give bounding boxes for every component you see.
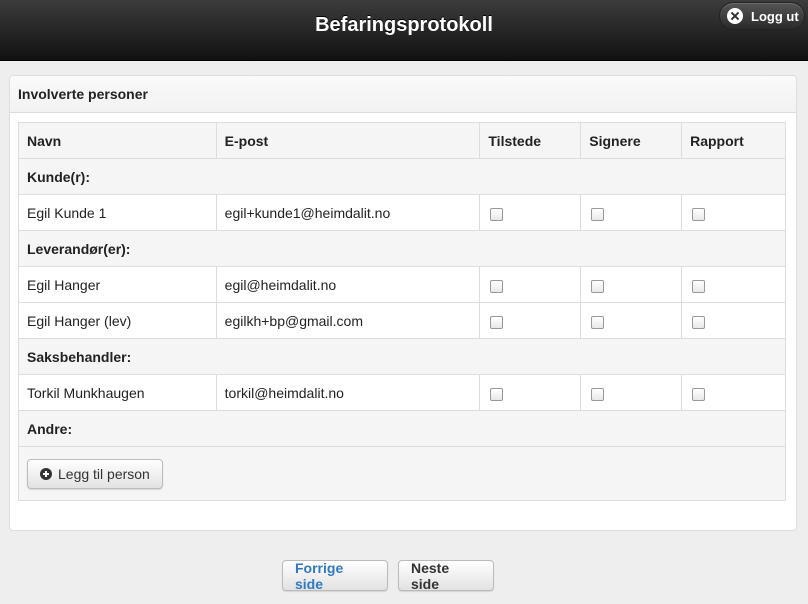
column-header-present: Tilstede bbox=[479, 122, 582, 159]
table-row: Torkil Munkhaugen torkil@heimdalit.no bbox=[18, 374, 786, 411]
logout-button[interactable]: Logg ut bbox=[719, 2, 805, 30]
group-row-suppliers: Leverandør(er): bbox=[18, 230, 786, 267]
present-checkbox[interactable] bbox=[490, 280, 504, 294]
panel-title: Involverte personer bbox=[10, 76, 796, 113]
report-checkbox[interactable] bbox=[692, 316, 706, 330]
group-label: Saksbehandler: bbox=[18, 338, 786, 375]
person-email: egilkh+bp@gmail.com bbox=[215, 302, 481, 339]
logout-label: Logg ut bbox=[751, 8, 799, 24]
report-checkbox[interactable] bbox=[692, 388, 706, 402]
add-person-label: Legg til person bbox=[58, 465, 150, 482]
person-name: Egil Hanger (lev) bbox=[18, 302, 217, 339]
group-label: Leverandør(er): bbox=[18, 230, 786, 267]
next-page-button[interactable]: Neste side bbox=[398, 560, 494, 592]
close-icon bbox=[727, 8, 743, 24]
present-checkbox[interactable] bbox=[490, 388, 504, 402]
people-table: Navn E-post Tilstede Signere Rapport Kun… bbox=[18, 122, 786, 501]
page-title: Befaringsprotokoll bbox=[315, 14, 493, 36]
group-row-case-handler: Saksbehandler: bbox=[18, 338, 786, 375]
present-checkbox[interactable] bbox=[490, 316, 504, 330]
app-header: Befaringsprotokoll Logg ut bbox=[0, 0, 808, 61]
add-person-button[interactable]: Legg til person bbox=[27, 458, 163, 489]
group-label: Kunde(r): bbox=[18, 158, 786, 195]
table-row: Egil Hanger egil@heimdalit.no bbox=[18, 266, 786, 303]
group-row-customers: Kunde(r): bbox=[18, 158, 786, 195]
sign-checkbox[interactable] bbox=[591, 388, 605, 402]
report-checkbox[interactable] bbox=[692, 280, 706, 294]
group-row-others: Andre: bbox=[18, 410, 786, 447]
person-email: egil+kunde1@heimdalit.no bbox=[215, 194, 481, 231]
column-header-report: Rapport bbox=[681, 122, 786, 159]
previous-page-button[interactable]: Forrige side bbox=[282, 560, 388, 592]
column-header-sign: Signere bbox=[580, 122, 683, 159]
group-label: Andre: bbox=[18, 410, 786, 447]
person-name: Torkil Munkhaugen bbox=[18, 374, 217, 411]
sign-checkbox[interactable] bbox=[591, 208, 605, 222]
add-person-row: Legg til person bbox=[18, 446, 786, 501]
person-email: torkil@heimdalit.no bbox=[215, 374, 481, 411]
involved-persons-panel: Involverte personer Navn E-post Tilstede… bbox=[9, 75, 797, 531]
plus-circle-icon bbox=[40, 467, 52, 480]
sign-checkbox[interactable] bbox=[591, 316, 605, 330]
table-header-row: Navn E-post Tilstede Signere Rapport bbox=[18, 122, 786, 159]
table-row: Egil Kunde 1 egil+kunde1@heimdalit.no bbox=[18, 194, 786, 231]
column-header-email: E-post bbox=[215, 122, 481, 159]
table-row: Egil Hanger (lev) egilkh+bp@gmail.com bbox=[18, 302, 786, 339]
sign-checkbox[interactable] bbox=[591, 280, 605, 294]
column-header-name: Navn bbox=[18, 122, 217, 159]
person-name: Egil Hanger bbox=[18, 266, 217, 303]
present-checkbox[interactable] bbox=[490, 208, 504, 222]
person-email: egil@heimdalit.no bbox=[215, 266, 481, 303]
person-name: Egil Kunde 1 bbox=[18, 194, 217, 231]
report-checkbox[interactable] bbox=[692, 208, 706, 222]
